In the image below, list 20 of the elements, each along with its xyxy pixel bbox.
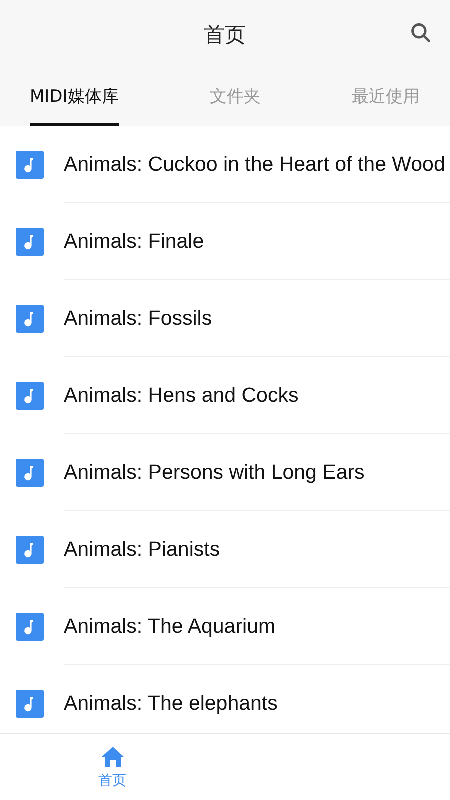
page-title: 首页 (204, 22, 246, 49)
tab[interactable]: MIDI媒体库 (30, 70, 119, 126)
song-title[interactable]: Animals: Finale (64, 230, 204, 254)
search-icon[interactable] (410, 22, 432, 44)
song-title[interactable]: Animals: The elephants (64, 692, 278, 716)
music-note-icon (16, 304, 44, 332)
music-note-icon (16, 690, 44, 718)
music-note-icon (16, 382, 44, 410)
song-title[interactable]: Animals: Persons with Long Ears (64, 460, 365, 484)
song-title[interactable]: Animals: Hens and Cocks (64, 384, 299, 408)
song-title[interactable]: Animals: Fossils (64, 306, 212, 330)
music-note-icon (16, 150, 44, 178)
song-title[interactable]: Animals: The Aquarium (64, 614, 276, 638)
song-title[interactable]: Animals: Pianists (64, 538, 220, 562)
music-note-icon (16, 612, 44, 640)
home-icon (100, 744, 124, 768)
song-title[interactable]: Animals: Cuckoo in the Heart of the Wood (64, 152, 446, 176)
music-note-icon (16, 228, 44, 256)
music-note-icon (16, 458, 44, 486)
music-note-icon (16, 536, 44, 564)
